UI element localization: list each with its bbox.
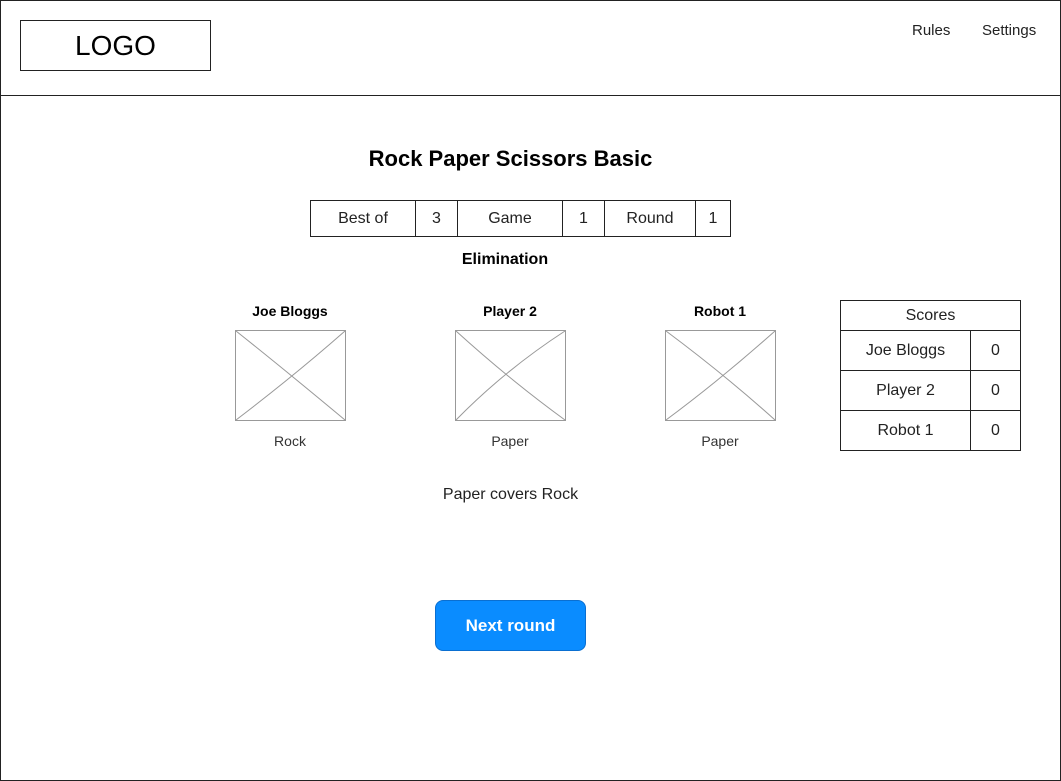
- player-name: Robot 1: [693, 303, 747, 319]
- game-label: Game: [458, 201, 563, 236]
- table-row: Player 2 0: [841, 371, 1020, 411]
- player-image-placeholder: [664, 330, 776, 421]
- game-mode-label: Elimination: [461, 251, 549, 268]
- page-title: Rock Paper Scissors Basic: [368, 146, 653, 171]
- score-value: 0: [991, 341, 1000, 359]
- scores-header: Scores: [841, 301, 1020, 331]
- round-result-text: Paper covers Rock: [442, 486, 579, 503]
- score-player-name: Player 2: [841, 371, 971, 410]
- score-value: 0: [991, 381, 1000, 399]
- table-row: Joe Bloggs 0: [841, 331, 1020, 371]
- nav-rules-link[interactable]: Rules: [912, 22, 950, 39]
- player-image-placeholder: [454, 330, 566, 421]
- table-row: Robot 1 0: [841, 411, 1020, 450]
- score-player-name: Joe Bloggs: [841, 331, 971, 370]
- player-choice: Rock: [274, 433, 306, 449]
- player-card-2: Player 2 Paper: [430, 303, 590, 449]
- round-value: 1: [708, 209, 718, 227]
- score-value: 0: [991, 421, 1000, 439]
- best-of-label: Best of: [311, 201, 416, 236]
- player-choice: Paper: [701, 433, 739, 449]
- game-info-bar: Best of 3 Game 1 Round 1: [310, 200, 731, 237]
- score-player-name: Robot 1: [841, 411, 971, 450]
- header: LOGO Rules Settings: [0, 0, 1061, 96]
- player-card-1: Joe Bloggs Rock: [210, 303, 370, 449]
- scores-table: Scores Joe Bloggs 0 Player 2 0 Robot 1 0: [840, 300, 1021, 451]
- best-of-value: 3: [416, 201, 458, 236]
- round-label: Round: [605, 201, 696, 236]
- logo: LOGO: [20, 20, 211, 71]
- game-value: 1: [563, 201, 605, 236]
- player-choice: Paper: [491, 433, 529, 449]
- nav-settings-link[interactable]: Settings: [982, 22, 1036, 39]
- player-name: Player 2: [483, 303, 537, 319]
- player-name: Joe Bloggs: [252, 303, 328, 319]
- player-image-placeholder: [234, 330, 346, 421]
- next-round-button[interactable]: Next round: [435, 600, 586, 651]
- player-card-3: Robot 1 Paper: [640, 303, 800, 449]
